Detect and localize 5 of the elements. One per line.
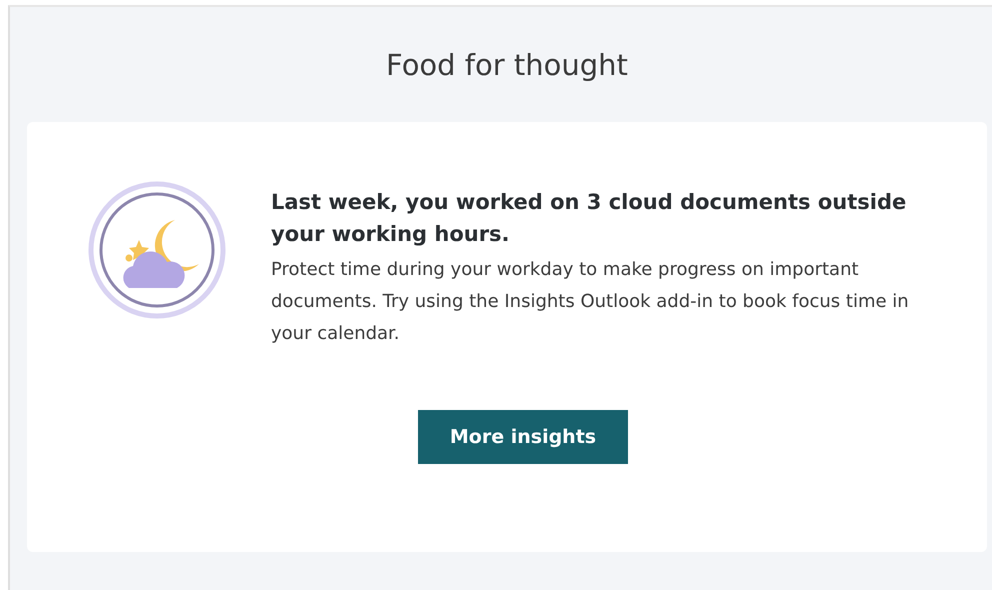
insight-heading: Last week, you worked on 3 cloud documents outside your working hours.	[271, 189, 908, 248]
more-insights-button[interactable]: More insights	[418, 410, 628, 464]
moon-cloud-icon	[87, 180, 227, 320]
insight-description: Protect time during your workday to make progress on important documents. Try using the Insights Outlook add-in to book focus time in your calendar.	[271, 258, 910, 346]
panel-title: Food for thought	[385, 46, 629, 84]
